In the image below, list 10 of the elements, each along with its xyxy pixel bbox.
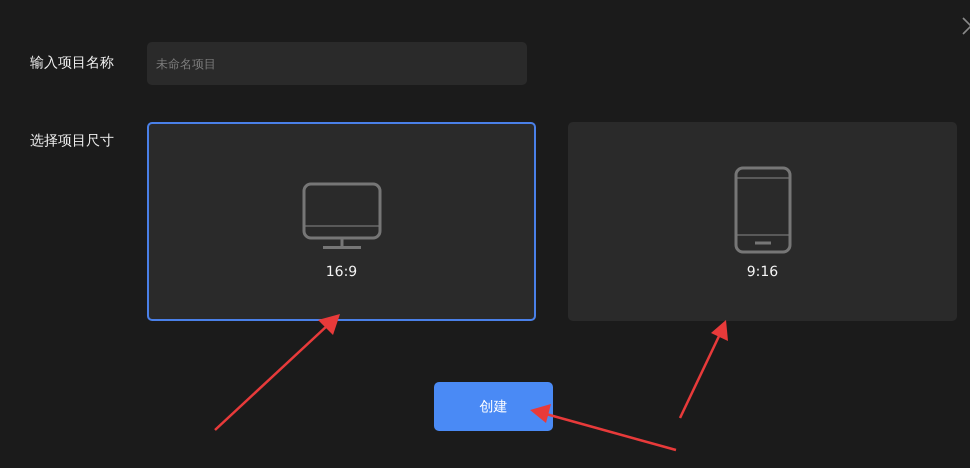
field-label: 输入项目名称 [30, 54, 115, 73]
phone-icon [734, 166, 792, 254]
size-option-card[interactable]: 16:9 [147, 122, 536, 321]
field-label: 选择项目尺寸 [30, 132, 115, 150]
monitor-icon [302, 182, 382, 250]
close-icon[interactable] [962, 17, 970, 35]
ratio-label: 16:9 [326, 264, 358, 280]
size-option-card[interactable]: 9:16 [568, 122, 957, 321]
project-name-field[interactable]: 未命名项目 [147, 42, 527, 85]
ratio-label: 9:16 [746, 264, 778, 280]
